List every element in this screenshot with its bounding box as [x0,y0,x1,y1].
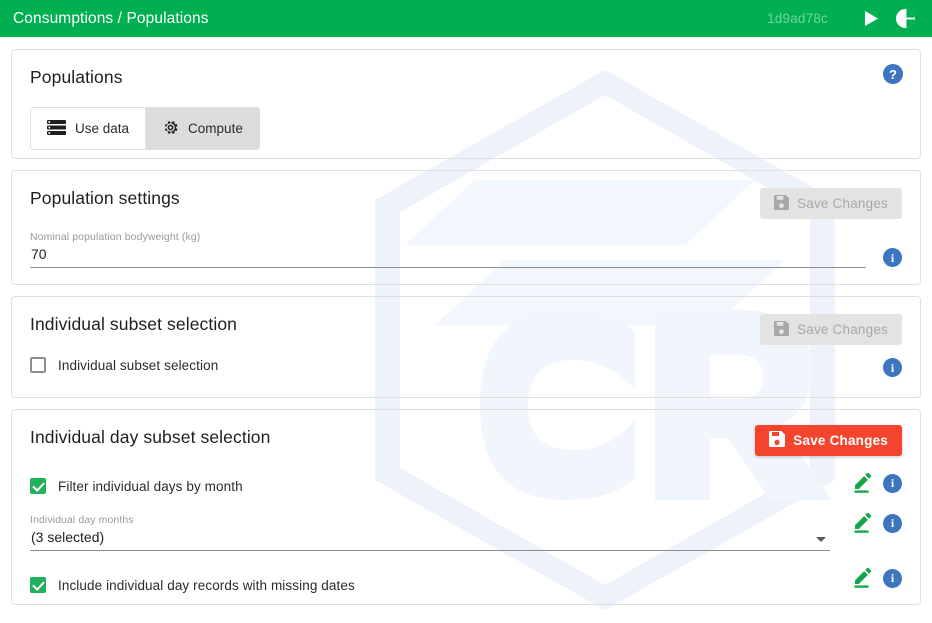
save-changes-button-individual-day-subset[interactable]: Save Changes [755,425,902,456]
save-floppy-icon [774,320,790,339]
individual-subset-checkbox-label: Individual subset selection [58,357,219,373]
save-changes-button-population-settings[interactable]: Save Changes [760,188,902,219]
breadcrumb-title: Consumptions / Populations [13,9,209,27]
pencil-edit-icon[interactable] [851,472,873,494]
individual-day-months-field: Individual day months [30,514,830,551]
include-missing-dates-row: Include individual day records with miss… [30,577,902,593]
save-floppy-icon [774,194,790,213]
filter-days-by-month-row: Filter individual days by month [30,478,902,494]
include-missing-dates-checkbox[interactable] [30,577,46,593]
nominal-bodyweight-field: Nominal population bodyweight (kg) [30,231,866,268]
row-actions-missing-dates: i [851,567,902,589]
filter-days-by-month-label: Filter individual days by month [58,478,243,494]
contrast-icon[interactable] [892,6,918,32]
individual-subset-checkbox[interactable] [30,357,46,373]
individual-day-months-label: Individual day months [30,514,134,526]
save-changes-label: Save Changes [797,322,888,337]
individual-subset-selection-card: Individual subset selection Save Changes… [11,296,921,398]
nominal-bodyweight-input[interactable] [30,246,866,268]
use-data-toggle-label: Use data [75,121,130,136]
info-icon-months[interactable]: i [883,513,902,533]
info-icon-missing-dates[interactable]: i [883,568,902,588]
save-changes-label: Save Changes [793,433,888,448]
row-actions-months: i [851,512,902,534]
include-missing-dates-label: Include individual day records with miss… [58,577,355,593]
pencil-edit-icon[interactable] [851,512,873,534]
storage-list-icon [47,119,66,138]
individual-day-months-select[interactable] [30,529,830,551]
use-data-toggle-button[interactable]: Use data [31,108,146,149]
individual-subset-checkbox-row: Individual subset selection [30,357,902,373]
info-icon-filter-days[interactable]: i [883,473,902,493]
populations-card-title: Populations [30,67,123,87]
populations-card: Populations ? Use data Compute [11,49,921,159]
page-content: Populations ? Use data Compute Populatio… [0,37,932,605]
nominal-bodyweight-label: Nominal population bodyweight (kg) [30,231,201,243]
pencil-edit-icon[interactable] [851,567,873,589]
save-changes-button-individual-subset[interactable]: Save Changes [760,314,902,345]
chevron-down-icon[interactable] [816,537,826,542]
filter-days-by-month-checkbox[interactable] [30,478,46,494]
population-settings-card: Population settings Save Changes Nominal… [11,170,921,285]
app-header-bar: Consumptions / Populations 1d9ad78c [0,0,932,37]
compute-toggle-label: Compute [188,121,243,136]
session-hash-label: 1d9ad78c [767,11,828,26]
play-icon[interactable] [858,6,884,32]
save-changes-label: Save Changes [797,196,888,211]
individual-day-subset-selection-card: Individual day subset selection Save Cha… [11,409,921,605]
population-mode-toggle-group: Use data Compute [30,107,260,150]
help-icon[interactable]: ? [883,64,903,84]
info-icon-individual-subset[interactable]: i [883,358,902,377]
compute-toggle-button[interactable]: Compute [145,108,259,149]
info-icon-population-settings[interactable]: i [883,248,902,267]
row-actions-filter-days: i [851,472,902,494]
save-floppy-icon [769,431,786,450]
gear-icon [162,119,179,139]
